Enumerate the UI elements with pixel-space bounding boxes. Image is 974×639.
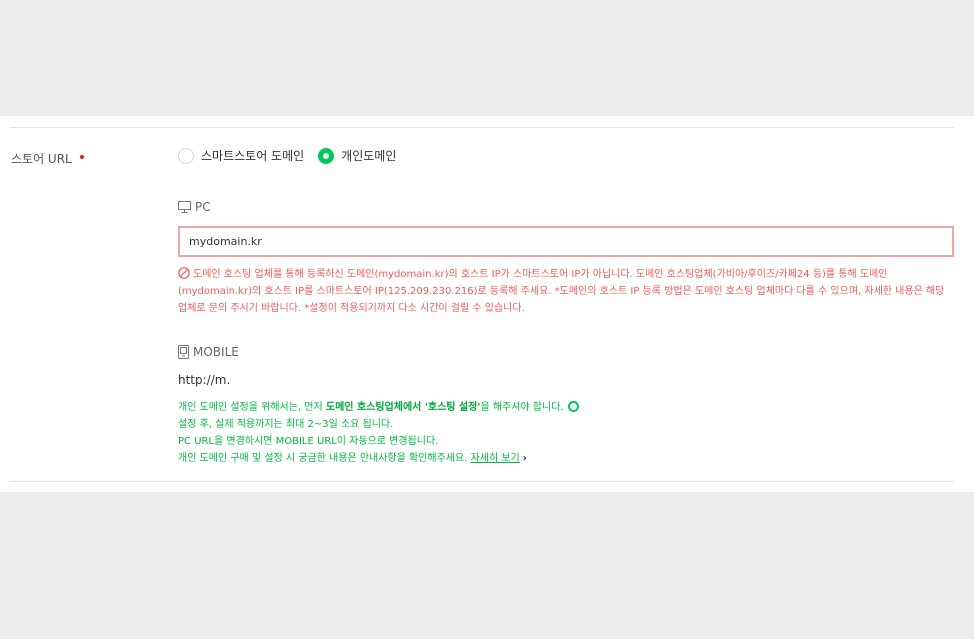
mobile-label: MOBILE <box>193 345 239 359</box>
error-text: 도메인 호스팅 업체를 통해 등록하신 도메인(mydomain.kr)의 호스… <box>178 269 945 314</box>
mobile-url-value: http://m. <box>178 373 231 387</box>
notice-line-2: 설정 후, 실제 적용까지는 최대 2~3일 소요 됩니다. <box>178 419 394 430</box>
notice-line-1: 개인 도메인 설정을 위해서는, 먼저 도메인 호스팅업체에서 '호스팅 설정'… <box>178 399 954 416</box>
pc-domain-error-message: 도메인 호스팅 업체를 통해 등록하신 도메인(mydomain.kr)의 호스… <box>178 266 954 317</box>
divider-top <box>10 127 954 128</box>
radio-circle-unselected[interactable] <box>178 147 194 164</box>
radio-label-personal: 개인도메인 <box>341 149 397 163</box>
notice-line-1-bold: 도메인 호스팅업체에서 '호스팅 설정' <box>325 402 481 413</box>
personal-domain-notice: 개인 도메인 설정을 위해서는, 먼저 도메인 호스팅업체에서 '호스팅 설정'… <box>178 399 954 467</box>
see-details-link[interactable]: 자세히 보기 <box>471 453 520 464</box>
store-url-label: 스토어 URL <box>11 150 84 167</box>
mobile-section-heading: MOBILE <box>178 345 239 359</box>
required-indicator <box>79 155 84 159</box>
store-url-panel: 스토어 URL 스마트스토어 도메인 개인도메인 PC 도메인 호스팅 업체를 … <box>0 116 974 492</box>
notice-line-1-suffix: 을 해주셔야 합니다. <box>480 402 564 413</box>
pc-domain-input[interactable] <box>178 226 954 257</box>
divider-bottom <box>10 481 954 482</box>
pc-label: PC <box>195 200 211 214</box>
notice-line-1-prefix: 개인 도메인 설정을 위해서는, 먼저 <box>178 402 326 413</box>
chevron-right-icon[interactable]: › <box>523 453 527 464</box>
monitor-icon <box>178 201 191 213</box>
radio-circle-selected[interactable] <box>318 147 335 164</box>
pc-section-heading: PC <box>178 200 211 214</box>
radio-label-smartstore: 스마트스토어 도메인 <box>201 149 305 163</box>
store-url-label-text: 스토어 URL <box>11 152 72 166</box>
radio-smartstore-domain[interactable]: 스마트스토어 도메인 <box>178 147 304 164</box>
notice-line-4: 개인 도메인 구매 및 설정 시 궁금한 내용은 안내사항을 확인해주세요. 자… <box>178 450 954 467</box>
domain-type-radio-group: 스마트스토어 도메인 개인도메인 <box>178 147 410 164</box>
error-prohibited-icon <box>178 267 190 279</box>
notice-line-4-prefix: 개인 도메인 구매 및 설정 시 궁금한 내용은 안내사항을 확인해주세요. <box>178 453 468 464</box>
mobile-phone-icon <box>178 345 189 359</box>
loading-circle-icon <box>567 401 579 412</box>
notice-line-3: PC URL을 변경하시면 MOBILE URL이 자동으로 변경됩니다. <box>178 436 439 447</box>
radio-personal-domain[interactable]: 개인도메인 <box>318 147 396 164</box>
